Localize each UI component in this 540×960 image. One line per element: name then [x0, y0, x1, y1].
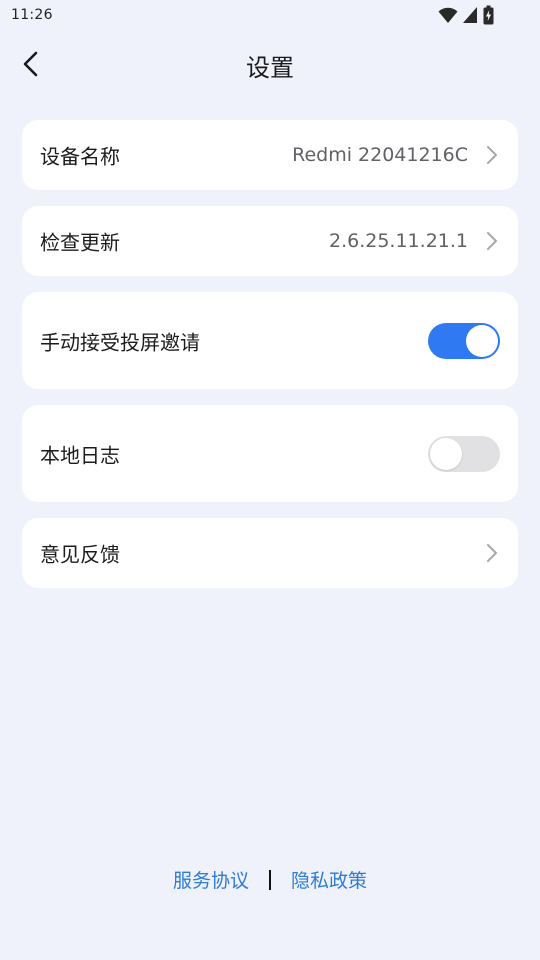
signal-icon [463, 7, 477, 23]
status-bar: 11:26 [0, 0, 540, 32]
device-name-value: Redmi 22041216C [292, 144, 468, 166]
page-title: 设置 [246, 54, 294, 82]
manual-accept-toggle[interactable] [428, 322, 500, 359]
privacy-policy-link[interactable]: 隐私政策 [291, 870, 367, 892]
device-name-row[interactable]: 设备名称 Redmi 22041216C [22, 120, 518, 190]
app-version-value: 2.6.25.11.21.1 [329, 230, 468, 252]
chevron-right-icon [487, 146, 497, 164]
service-agreement-link[interactable]: 服务协议 [173, 870, 249, 892]
chevron-right-icon [487, 232, 497, 250]
manual-accept-row: 手动接受投屏邀请 [22, 292, 518, 389]
local-log-label: 本地日志 [40, 443, 120, 467]
toggle-knob [430, 437, 462, 470]
device-name-label: 设备名称 [40, 144, 120, 169]
check-update-label: 检查更新 [40, 230, 120, 255]
manual-accept-label: 手动接受投屏邀请 [40, 330, 200, 354]
footer-links: 服务协议 隐私政策 [0, 866, 540, 894]
local-log-toggle[interactable] [428, 435, 500, 472]
feedback-label: 意见反馈 [40, 542, 120, 567]
chevron-right-icon [487, 544, 497, 562]
check-update-row[interactable]: 检查更新 2.6.25.11.21.1 [22, 206, 518, 276]
status-time: 11:26 [11, 7, 53, 23]
local-log-row: 本地日志 [22, 405, 518, 502]
battery-charging-icon [483, 5, 494, 25]
footer-divider [269, 870, 271, 890]
wifi-icon [438, 7, 458, 23]
header: 设置 [0, 32, 540, 96]
toggle-knob [466, 324, 498, 357]
feedback-row[interactable]: 意见反馈 [22, 518, 518, 588]
